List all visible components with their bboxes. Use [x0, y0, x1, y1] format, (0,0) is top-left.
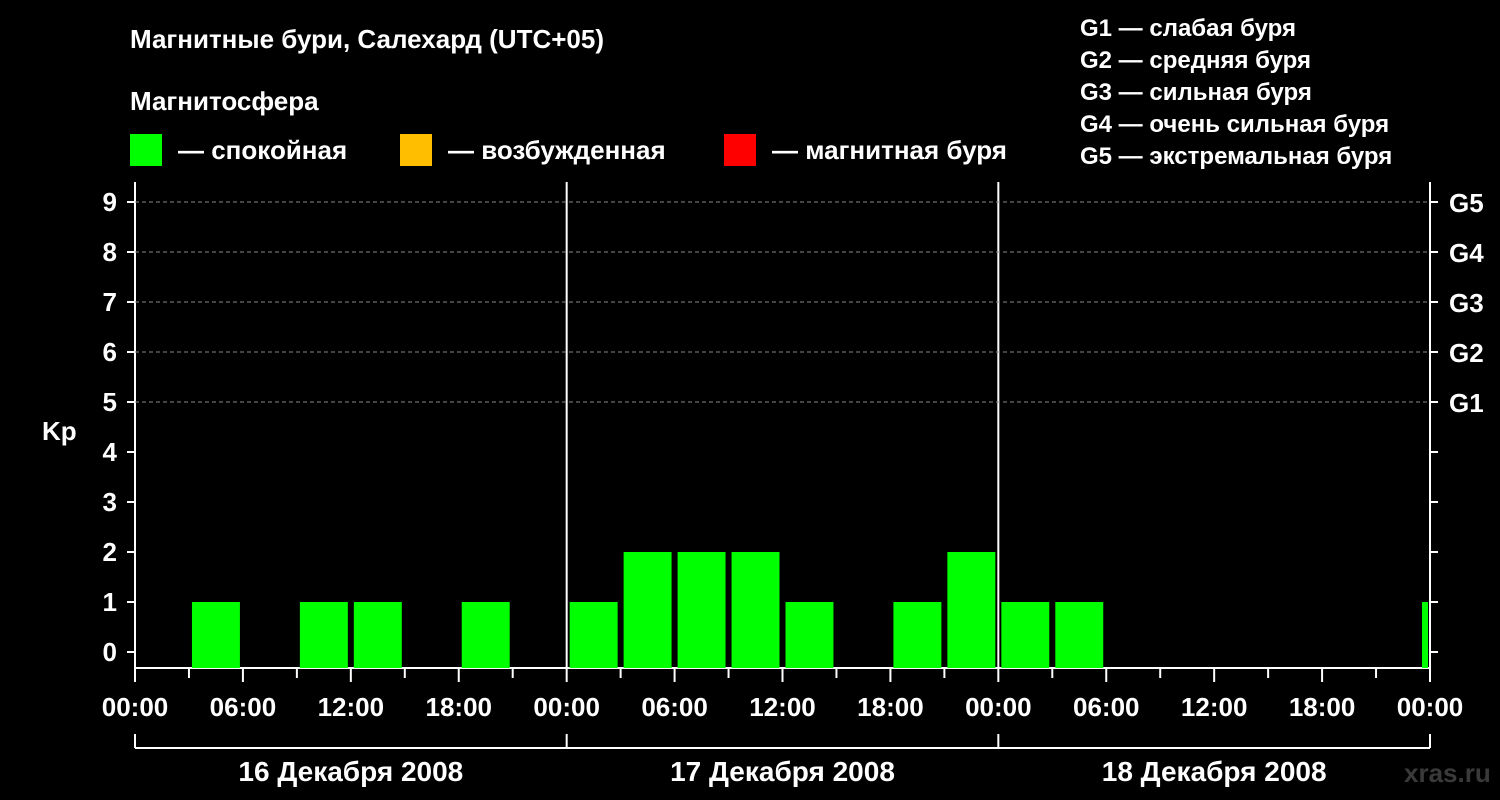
x-tick-label: 00:00 [533, 692, 600, 722]
y-tick-label: 1 [103, 587, 117, 617]
kp-bar-partial [1422, 602, 1428, 668]
kp-bar [191, 602, 240, 668]
y-tick-label: 0 [103, 637, 117, 667]
y-tick-label: 3 [103, 487, 117, 517]
x-tick-label: 12:00 [749, 692, 816, 722]
kp-bar [947, 552, 996, 668]
x-tick-label: 06:00 [210, 692, 277, 722]
right-axis-label: G5 [1449, 188, 1484, 218]
kp-bar [677, 552, 726, 668]
x-tick-label: 12:00 [1181, 692, 1248, 722]
kp-chart: 0 1 2 3 4 5 6 7 8 9 G1 G2 G3 G4 G5 Kp 00:00 06:00 12:00 18:… [42, 182, 1484, 787]
y-tick-label: 9 [103, 187, 117, 217]
x-tick-label: 06:00 [1073, 692, 1140, 722]
right-axis-label: G3 [1449, 288, 1484, 318]
kp-bar [353, 602, 402, 668]
kp-bar [731, 552, 780, 668]
y-tick-label: 6 [103, 337, 117, 367]
y-tick-label: 8 [103, 237, 117, 267]
kp-bar [623, 552, 672, 668]
x-tick-label: 18:00 [857, 692, 924, 722]
right-axis-label: G1 [1449, 388, 1484, 418]
x-tick-label: 00:00 [965, 692, 1032, 722]
right-axis-label: G4 [1449, 238, 1484, 268]
y-tick-label: 7 [103, 287, 117, 317]
x-tick-label: 18:00 [426, 692, 493, 722]
day-label: 18 Декабря 2008 [1102, 756, 1327, 787]
kp-bar [569, 602, 618, 668]
kp-bar [893, 602, 942, 668]
x-tick-label: 18:00 [1289, 692, 1356, 722]
watermark: xras.ru [1404, 758, 1491, 788]
kp-bar [785, 602, 834, 668]
kp-bar [461, 602, 510, 668]
kp-bar [1001, 602, 1050, 668]
x-tick-label: 00:00 [1397, 692, 1464, 722]
kp-bar [299, 602, 348, 668]
y-tick-label: 5 [103, 387, 117, 417]
y-tick-label: 4 [103, 437, 118, 467]
day-label: 17 Декабря 2008 [670, 756, 895, 787]
x-tick-label: 06:00 [641, 692, 708, 722]
x-tick-label: 12:00 [318, 692, 385, 722]
x-tick-label: 00:00 [102, 692, 169, 722]
y-axis-label: Kp [42, 416, 77, 446]
right-axis-label: G2 [1449, 338, 1484, 368]
kp-bar [1055, 602, 1104, 668]
day-label: 16 Декабря 2008 [238, 756, 463, 787]
y-tick-label: 2 [103, 537, 117, 567]
